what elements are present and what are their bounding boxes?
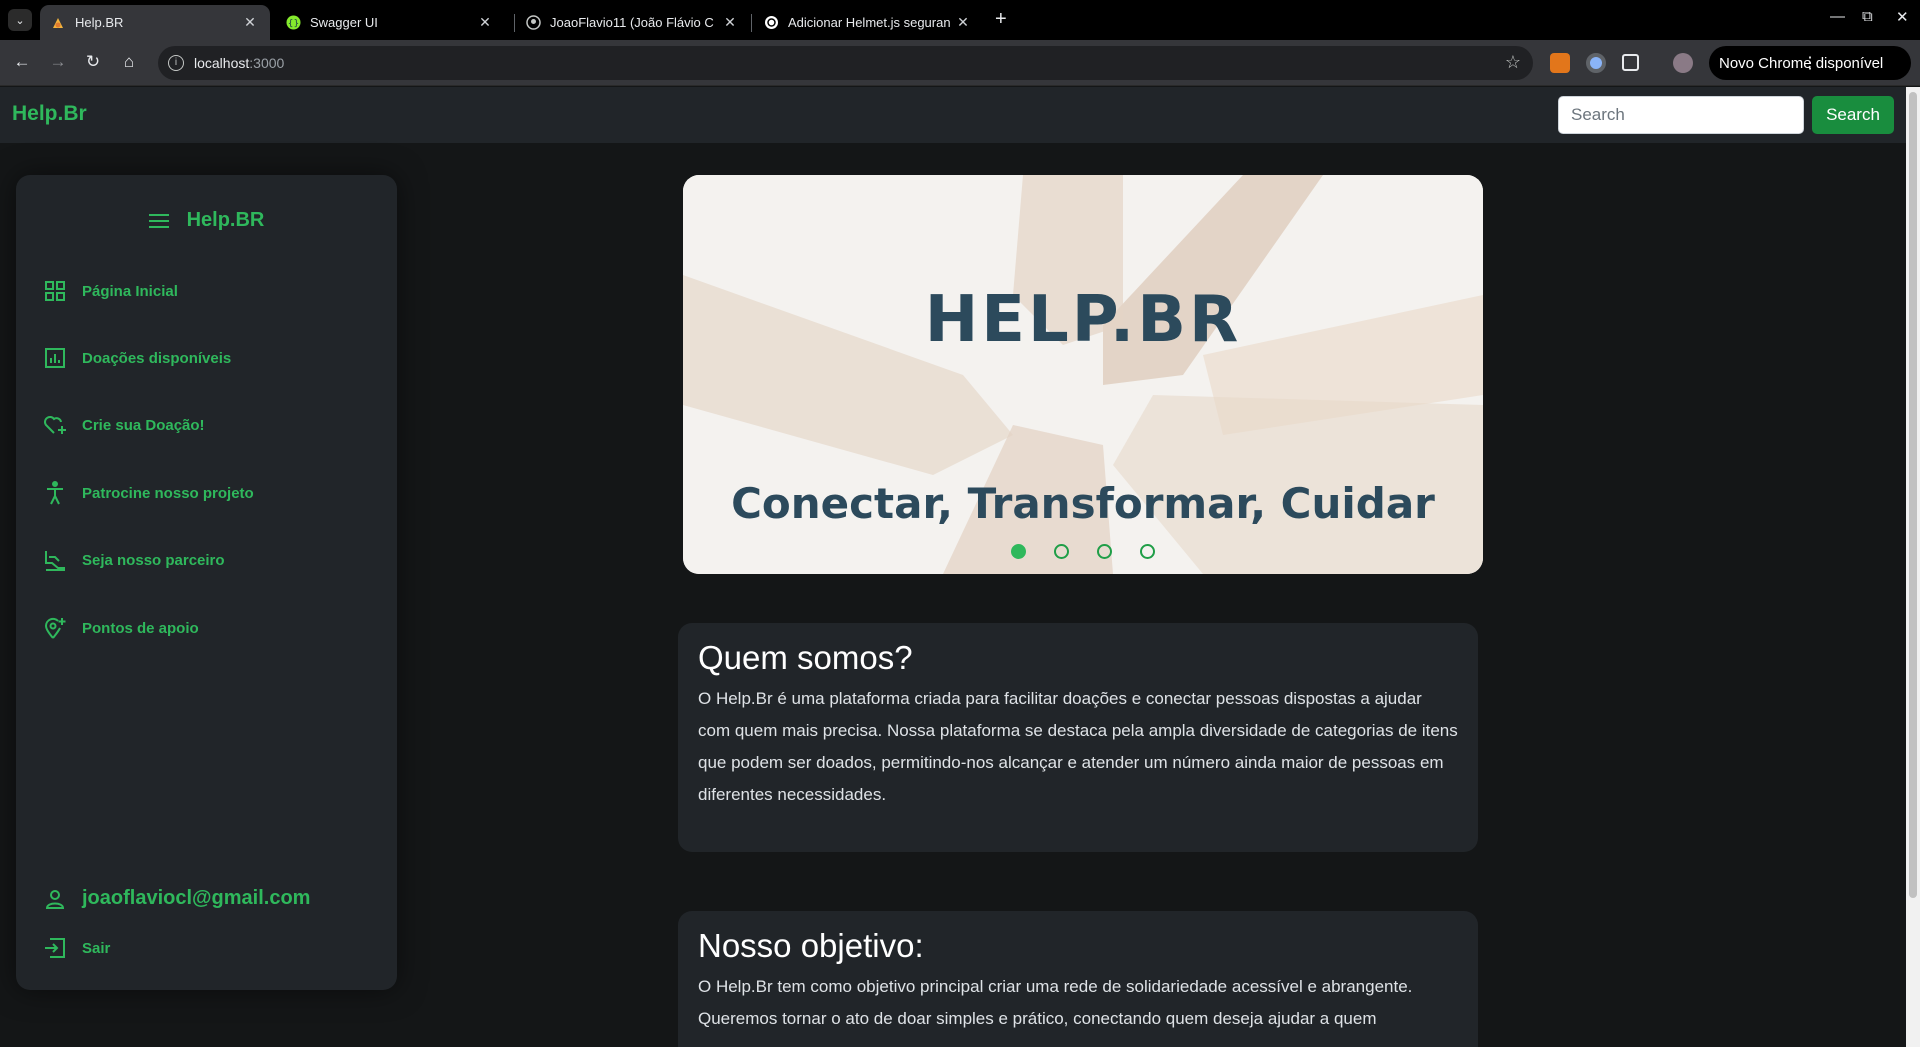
window-close-icon[interactable]: ✕ <box>1896 8 1909 26</box>
address-url[interactable]: localhost:3000 <box>194 55 284 71</box>
sidebar: Help.BR Página Inicial Doações disponíve… <box>16 175 397 990</box>
sidebar-item-parceiro[interactable]: Seja nosso parceiro <box>42 547 225 573</box>
tab-separator <box>751 14 752 32</box>
bar-chart-icon <box>42 345 68 371</box>
reload-icon[interactable]: ↻ <box>82 52 104 72</box>
grid-icon <box>42 278 68 304</box>
address-bar[interactable]: i localhost:3000 ☆ <box>158 46 1533 80</box>
extensions-puzzle-icon[interactable] <box>1622 54 1639 71</box>
sidebar-item-crie-doacao[interactable]: Crie sua Doação! <box>42 412 205 438</box>
home-icon[interactable]: ⌂ <box>118 52 140 72</box>
metamask-extension-icon[interactable] <box>1550 53 1570 73</box>
tab-title: Adicionar Helmet.js seguran <box>788 15 951 30</box>
carousel-dot-1[interactable] <box>1011 544 1026 559</box>
hamburger-menu-icon[interactable] <box>148 210 169 232</box>
tab-close-icon[interactable]: ✕ <box>242 14 258 31</box>
hero-carousel[interactable]: HELP.BR Conectar, Transformar, Cuidar <box>683 175 1483 574</box>
sidebar-title: Help.BR <box>186 209 265 231</box>
site-info-icon[interactable]: i <box>168 55 184 71</box>
scrollbar-thumb[interactable] <box>1909 92 1917 898</box>
tab-title: JoaoFlavio11 (João Flávio C <box>550 15 714 30</box>
tab-title: Help.BR <box>75 15 124 30</box>
tab-close-icon[interactable]: ✕ <box>722 14 738 31</box>
sidebar-item-patrocine[interactable]: Patrocine nosso projeto <box>42 480 254 506</box>
search-input[interactable] <box>1558 96 1804 134</box>
url-host: localhost <box>194 55 250 71</box>
sidebar-item-pontos-apoio[interactable]: Pontos de apoio <box>42 615 199 641</box>
about-text: O Help.Br é uma plataforma criada para f… <box>698 689 1458 804</box>
navbar-brand[interactable]: Help.Br <box>12 102 87 126</box>
browser-tab-strip: ⌄ Help.BR ✕ {} Swagger UI ✕ JoaoFlavio11… <box>0 0 1920 40</box>
chatgpt-favicon-icon <box>763 15 779 31</box>
logout-icon <box>42 935 68 961</box>
goal-card: Nosso objetivo: O Help.Br tem como objet… <box>678 911 1478 1047</box>
browser-tab-swagger[interactable]: {} Swagger UI ✕ <box>275 5 505 40</box>
goal-heading: Nosso objetivo: <box>698 927 924 964</box>
tab-search-chevron-icon[interactable]: ⌄ <box>8 9 32 31</box>
new-tab-plus-icon[interactable]: + <box>995 8 1007 31</box>
sidebar-item-doacoes[interactable]: Doações disponíveis <box>42 345 231 371</box>
goal-text: O Help.Br tem como objetivo principal cr… <box>698 977 1413 1028</box>
location-plus-icon <box>42 615 68 641</box>
browser-toolbar: ← → ↻ ⌂ i localhost:3000 ☆ Novo Chrome d… <box>0 40 1920 86</box>
user-email: joaoflaviocl@gmail.com <box>82 887 311 909</box>
browser-tab-github[interactable]: JoaoFlavio11 (João Flávio C ✕ <box>515 5 750 40</box>
logout-label: Sair <box>82 939 111 957</box>
sidebar-item-label: Página Inicial <box>82 282 178 300</box>
sidebar-item-label: Crie sua Doação! <box>82 416 205 434</box>
page-scrollbar[interactable] <box>1906 87 1920 1047</box>
sidebar-item-label: Pontos de apoio <box>82 619 199 637</box>
browser-tab-helpbr[interactable]: Help.BR ✕ <box>40 5 270 40</box>
tab-close-icon[interactable]: ✕ <box>955 14 971 31</box>
browser-tab-helmet[interactable]: Adicionar Helmet.js seguran ✕ <box>753 5 983 40</box>
carousel-indicators <box>683 544 1483 559</box>
carousel-dot-4[interactable] <box>1140 544 1155 559</box>
app-navbar: Help.Br Search <box>0 87 1906 143</box>
sidebar-header: Help.BR <box>16 209 397 232</box>
heart-plus-icon <box>42 412 68 438</box>
logout-button[interactable]: Sair <box>42 935 110 961</box>
tab-title: Swagger UI <box>310 15 378 30</box>
sidebar-item-label: Patrocine nosso projeto <box>82 484 254 502</box>
restore-icon[interactable]: ⧉ <box>1862 8 1873 25</box>
about-card: Quem somos? O Help.Br é uma plataforma c… <box>678 623 1478 852</box>
svg-text:{}: {} <box>287 19 298 29</box>
sidebar-user[interactable]: joaoflaviocl@gmail.com <box>42 887 310 910</box>
helpbr-favicon-icon <box>50 15 66 31</box>
github-favicon-icon <box>525 15 541 31</box>
handshake-icon <box>42 547 68 573</box>
swagger-favicon-icon: {} <box>285 15 301 31</box>
url-port: :3000 <box>249 55 285 71</box>
forward-arrow-icon[interactable]: → <box>47 52 69 72</box>
about-heading: Quem somos? <box>698 639 913 676</box>
chrome-update-button[interactable]: Novo Chrome disponível ⋮ <box>1709 46 1911 80</box>
sidebar-item-label: Seja nosso parceiro <box>82 551 225 569</box>
sidebar-item-pagina-inicial[interactable]: Página Inicial <box>42 278 178 304</box>
search-button[interactable]: Search <box>1812 96 1894 134</box>
tab-close-icon[interactable]: ✕ <box>477 14 493 31</box>
accessibility-icon <box>42 480 68 506</box>
person-icon <box>42 889 68 909</box>
carousel-dot-3[interactable] <box>1097 544 1112 559</box>
minimize-icon[interactable]: — <box>1830 8 1845 25</box>
profile-avatar[interactable] <box>1673 53 1693 73</box>
menu-dots-icon[interactable]: ⋮ <box>1709 53 1911 73</box>
carousel-dot-2[interactable] <box>1054 544 1069 559</box>
hero-subtitle: Conectar, Transformar, Cuidar <box>731 479 1435 528</box>
back-arrow-icon[interactable]: ← <box>11 52 33 72</box>
bookmark-star-icon[interactable]: ☆ <box>1505 52 1521 73</box>
extension-icon[interactable] <box>1586 53 1606 73</box>
sidebar-item-label: Doações disponíveis <box>82 349 232 367</box>
hero-title: HELP.BR <box>924 283 1242 357</box>
